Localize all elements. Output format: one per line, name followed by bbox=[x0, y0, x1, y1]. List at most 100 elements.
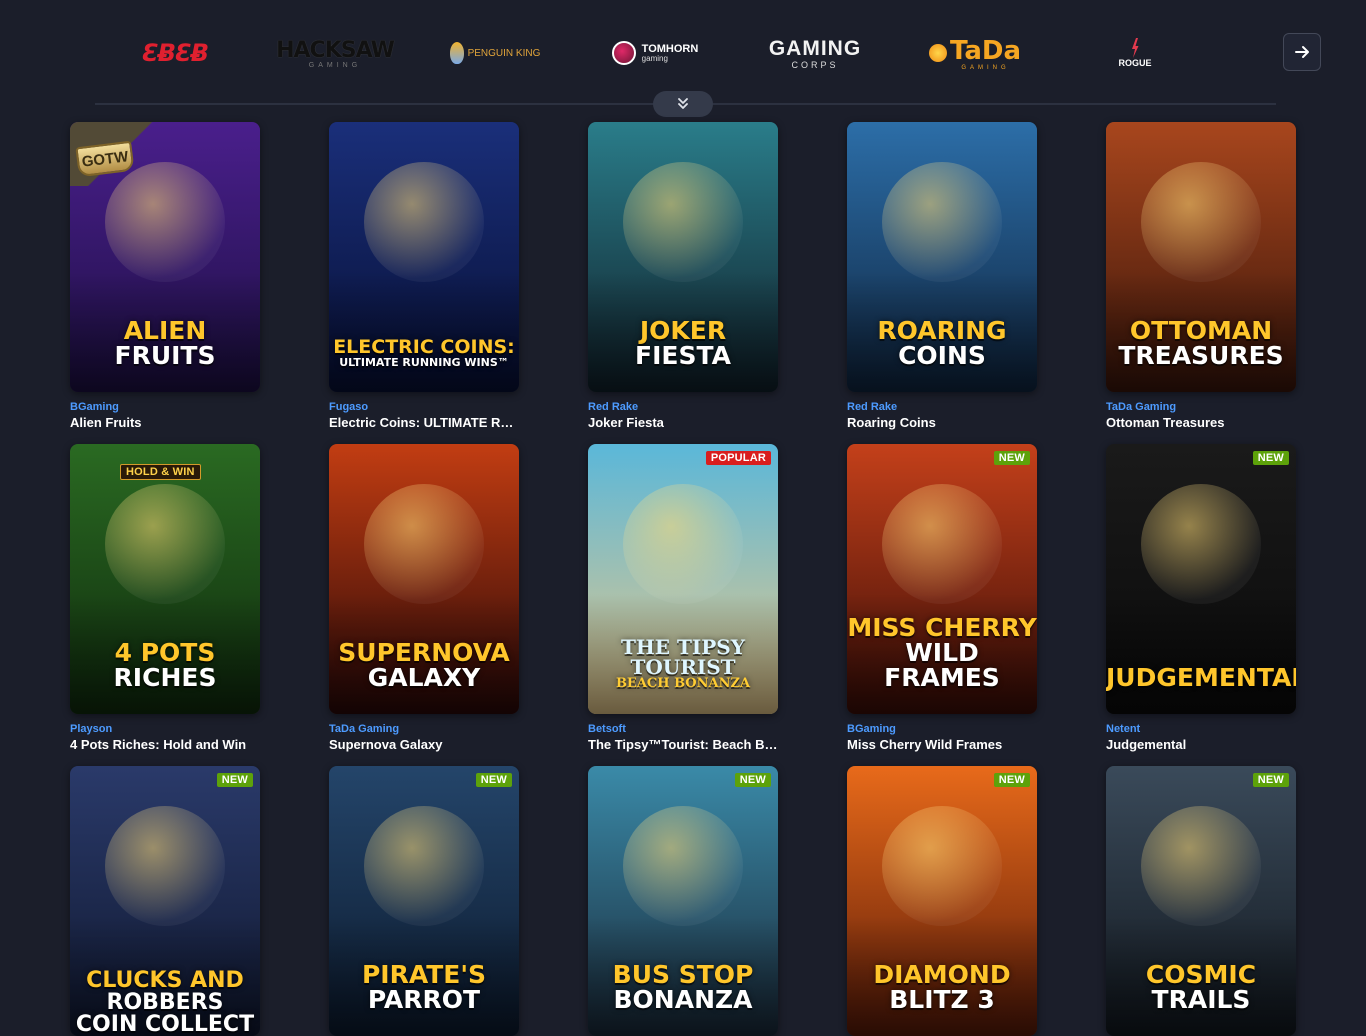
provider-logo-tada[interactable]: TaDa GAMING bbox=[895, 22, 1055, 84]
provider-logo-ego[interactable]: ƐɃƐɃ bbox=[95, 22, 255, 84]
chevrons-down-icon bbox=[678, 98, 688, 109]
game-artwork bbox=[1141, 162, 1261, 282]
game-title-line: BUS STOP bbox=[612, 960, 754, 989]
game-artwork bbox=[623, 806, 743, 926]
game-card[interactable]: PIRATE'S PARROT NEW bbox=[329, 766, 519, 1036]
game-name[interactable]: Ottoman Treasures bbox=[1106, 415, 1296, 430]
provider-logo-sub: gaming bbox=[641, 54, 668, 63]
game-title-art: OTTOMAN TREASURES bbox=[1106, 318, 1296, 368]
game-provider[interactable]: Red Rake bbox=[847, 401, 1037, 413]
provider-logo-hacksaw[interactable]: HACKSAW GAMING bbox=[255, 22, 415, 84]
game-title-art: The Tipsy Tourist Beach Bonanza bbox=[588, 637, 778, 690]
game-card[interactable]: OTTOMAN TREASURES TaDa Gaming Ottoman Treas… bbox=[1106, 122, 1296, 430]
game-artwork-shade bbox=[329, 272, 519, 392]
game-provider[interactable]: Betsoft bbox=[588, 723, 778, 735]
game-card[interactable]: ROARING COINS Red Rake Roaring Coins bbox=[847, 122, 1037, 430]
game-thumbnail[interactable]: 4 POTS RICHES HOLD & WIN bbox=[70, 444, 260, 714]
providers-next-button[interactable] bbox=[1283, 33, 1321, 71]
game-artwork bbox=[105, 484, 225, 604]
provider-logos-track: ƐɃƐɃ HACKSAW GAMING PENGUIN KING TOMHORN… bbox=[95, 22, 1265, 84]
game-title-line: FRUITS bbox=[114, 341, 216, 370]
game-artwork bbox=[882, 162, 1002, 282]
game-card[interactable]: ELECTRIC COINS: ULTIMATE RUNNING WINS™ Fug… bbox=[329, 122, 519, 430]
game-title-art: ALIEN FRUITS bbox=[70, 318, 260, 368]
game-title-line: ALIEN bbox=[123, 316, 207, 345]
game-card[interactable]: The Tipsy Tourist Beach Bonanza POPULAR Bet… bbox=[588, 444, 778, 752]
game-title-art: 4 POTS RICHES bbox=[70, 640, 260, 690]
game-thumbnail[interactable]: SUPERNOVA GALAXY bbox=[329, 444, 519, 714]
game-provider[interactable]: BGaming bbox=[847, 723, 1037, 735]
provider-logo-penguin-king[interactable]: PENGUIN KING bbox=[415, 22, 575, 84]
game-card[interactable]: 4 POTS RICHES HOLD & WIN Playson 4 Pots Rich… bbox=[70, 444, 260, 752]
new-badge: NEW bbox=[993, 773, 1030, 787]
game-artwork bbox=[105, 806, 225, 926]
game-provider[interactable]: BGaming bbox=[70, 401, 260, 413]
game-title-line: TREASURES bbox=[1118, 341, 1284, 370]
game-provider[interactable]: TaDa Gaming bbox=[1106, 401, 1296, 413]
game-card[interactable]: COSMIC TRAILS NEW bbox=[1106, 766, 1296, 1036]
game-thumbnail[interactable]: ELECTRIC COINS: ULTIMATE RUNNING WINS™ bbox=[329, 122, 519, 392]
game-artwork-shade bbox=[1106, 594, 1296, 714]
game-card[interactable]: ALIEN FRUITS GOTW BGaming Alien Fruits bbox=[70, 122, 260, 430]
game-name[interactable]: Electric Coins: ULTIMATE RUNNING WINS bbox=[329, 415, 519, 430]
game-name[interactable]: Judgemental bbox=[1106, 737, 1296, 752]
game-provider[interactable]: Fugaso bbox=[329, 401, 519, 413]
game-title-art: COSMIC TRAILS bbox=[1106, 962, 1296, 1012]
game-provider[interactable]: Red Rake bbox=[588, 401, 778, 413]
game-thumbnail[interactable]: MISS CHERRY WILD FRAMES NEW bbox=[847, 444, 1037, 714]
game-thumbnail[interactable]: DIAMOND BLITZ 3 NEW bbox=[847, 766, 1037, 1036]
feature-badge: HOLD & WIN bbox=[120, 464, 201, 480]
game-thumbnail[interactable]: ALIEN FRUITS GOTW bbox=[70, 122, 260, 392]
new-badge: NEW bbox=[993, 451, 1030, 465]
game-thumbnail[interactable]: The Tipsy Tourist Beach Bonanza POPULAR bbox=[588, 444, 778, 714]
game-name[interactable]: 4 Pots Riches: Hold and Win bbox=[70, 737, 260, 752]
game-name[interactable]: Supernova Galaxy bbox=[329, 737, 519, 752]
game-card[interactable]: CLUCKS AND ROBBERS COIN COLLECT NEW bbox=[70, 766, 260, 1036]
game-name[interactable]: Miss Cherry Wild Frames bbox=[847, 737, 1037, 752]
games-grid: ALIEN FRUITS GOTW BGaming Alien Fruits ELECTR… bbox=[0, 0, 1366, 1036]
game-title-line: ROARING bbox=[877, 316, 1007, 345]
provider-logo-next[interactable] bbox=[1215, 22, 1265, 84]
game-artwork bbox=[623, 162, 743, 282]
game-card[interactable]: MISS CHERRY WILD FRAMES NEW BGaming Miss Che… bbox=[847, 444, 1037, 752]
game-name[interactable]: Alien Fruits bbox=[70, 415, 260, 430]
game-title-art: ROARING COINS bbox=[847, 318, 1037, 368]
game-artwork bbox=[364, 484, 484, 604]
game-thumbnail[interactable]: ROARING COINS bbox=[847, 122, 1037, 392]
game-card[interactable]: JOKER FIESTA Red Rake Joker Fiesta bbox=[588, 122, 778, 430]
game-name[interactable]: The Tipsy™Tourist: Beach Bonanza bbox=[588, 737, 778, 752]
game-artwork bbox=[882, 806, 1002, 926]
game-title-line: DIAMOND bbox=[873, 960, 1011, 989]
game-thumbnail[interactable]: PIRATE'S PARROT NEW bbox=[329, 766, 519, 1036]
game-name[interactable]: Joker Fiesta bbox=[588, 415, 778, 430]
gotw-ribbon: GOTW bbox=[70, 122, 154, 186]
provider-logo-sub: CORPS bbox=[791, 59, 839, 70]
provider-logo-tomhorn[interactable]: TOMHORN gaming bbox=[575, 22, 735, 84]
game-title-art: DIAMOND BLITZ 3 bbox=[847, 962, 1037, 1012]
game-thumbnail[interactable]: JUDGEMENTAL NEW bbox=[1106, 444, 1296, 714]
game-artwork bbox=[364, 162, 484, 282]
game-title-line: CLUCKS AND bbox=[86, 968, 244, 993]
game-card[interactable]: DIAMOND BLITZ 3 NEW bbox=[847, 766, 1037, 1036]
game-card[interactable]: SUPERNOVA GALAXY TaDa Gaming Supernova Gala… bbox=[329, 444, 519, 752]
game-thumbnail[interactable]: JOKER FIESTA bbox=[588, 122, 778, 392]
provider-logo-rogue[interactable]: ROGUE bbox=[1055, 22, 1215, 84]
game-title-line: COINS bbox=[898, 341, 986, 370]
game-title-line: PIRATE'S bbox=[361, 960, 487, 989]
game-thumbnail[interactable]: OTTOMAN TREASURES bbox=[1106, 122, 1296, 392]
game-card[interactable]: JUDGEMENTAL NEW Netent Judgemental bbox=[1106, 444, 1296, 752]
game-provider[interactable]: TaDa Gaming bbox=[329, 723, 519, 735]
game-thumbnail[interactable]: COSMIC TRAILS NEW bbox=[1106, 766, 1296, 1036]
provider-logo-gaming-corps[interactable]: GAMING CORPS bbox=[735, 22, 895, 84]
game-title-line: JUDGEMENTAL bbox=[1106, 663, 1296, 692]
game-artwork bbox=[882, 484, 1002, 604]
game-provider[interactable]: Playson bbox=[70, 723, 260, 735]
expand-providers-button[interactable] bbox=[653, 91, 713, 117]
game-provider[interactable]: Netent bbox=[1106, 723, 1296, 735]
game-name[interactable]: Roaring Coins bbox=[847, 415, 1037, 430]
game-card[interactable]: BUS STOP BONANZA NEW bbox=[588, 766, 778, 1036]
game-title-line: COIN COLLECT bbox=[75, 1012, 255, 1036]
game-artwork bbox=[1141, 484, 1261, 604]
game-thumbnail[interactable]: CLUCKS AND ROBBERS COIN COLLECT NEW bbox=[70, 766, 260, 1036]
game-thumbnail[interactable]: BUS STOP BONANZA NEW bbox=[588, 766, 778, 1036]
